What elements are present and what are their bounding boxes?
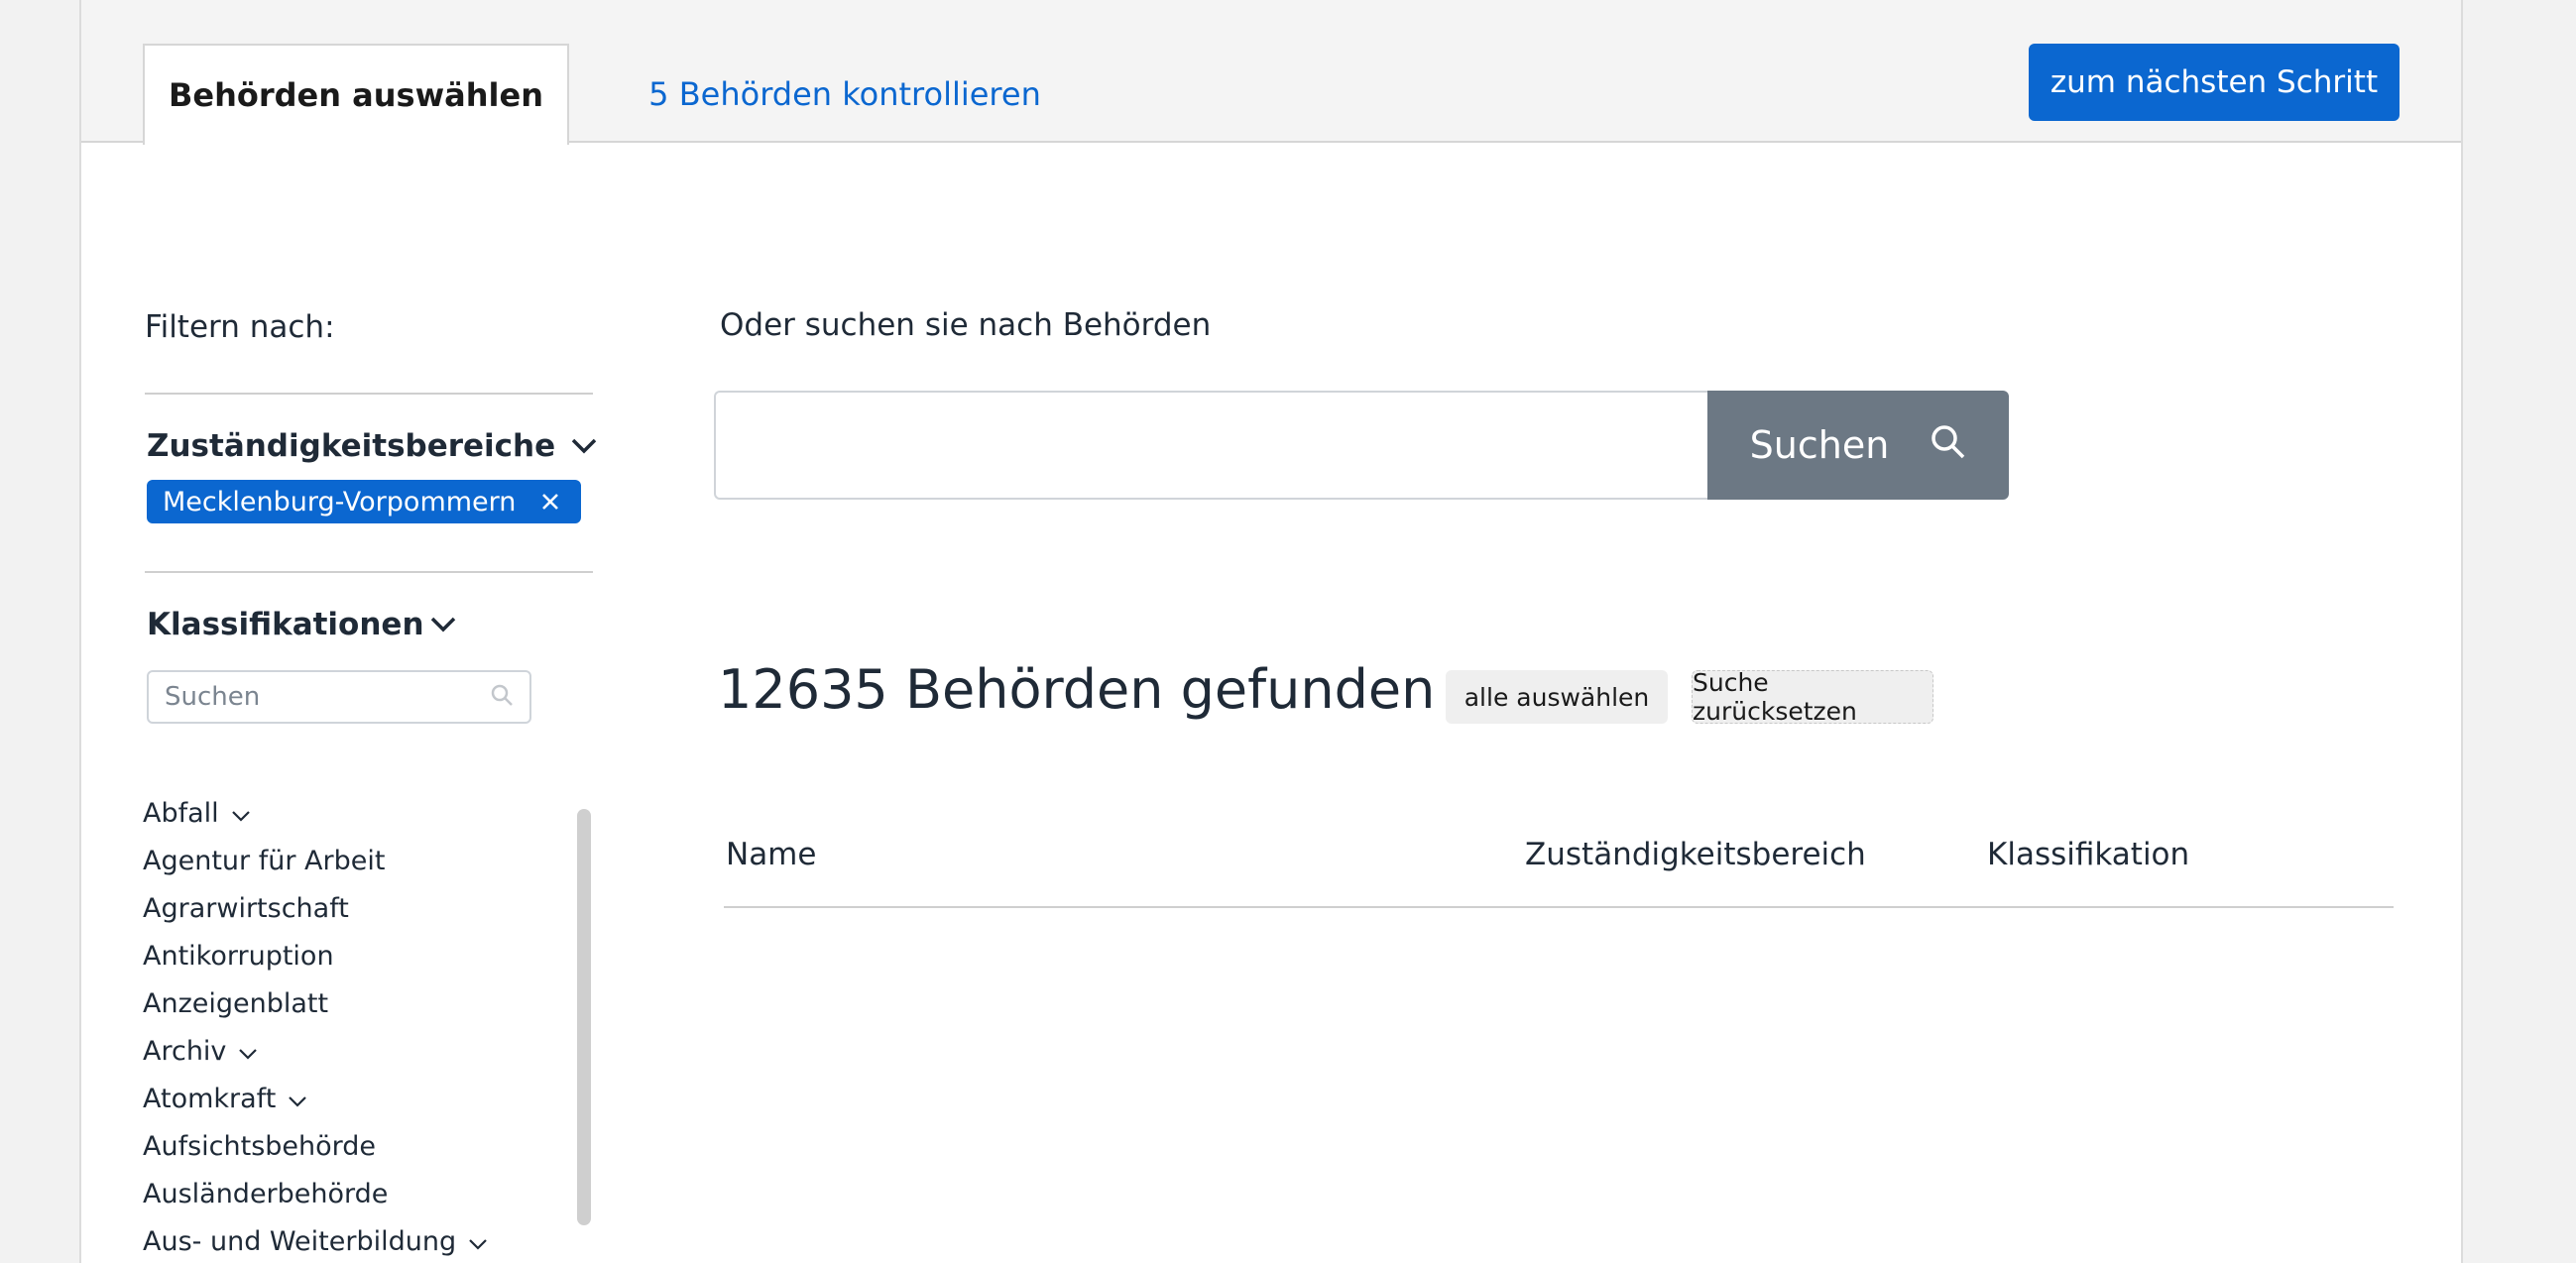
next-step-button-label: zum nächsten Schritt	[2049, 64, 2379, 100]
chevron-down-icon[interactable]	[288, 1084, 307, 1114]
jurisdiction-filter-chip-label: Mecklenburg-Vorpommern	[163, 486, 517, 517]
jurisdiction-filter-chip[interactable]: Mecklenburg-Vorpommern	[147, 480, 582, 523]
classification-item[interactable]: Aus- und Weiterbildung	[143, 1217, 559, 1263]
search-icon	[490, 683, 514, 711]
classification-item[interactable]: Antikorruption	[143, 932, 559, 979]
tab-review-authorities[interactable]: 5 Behörden kontrollieren	[637, 44, 1053, 145]
reset-search-button-label: Suche zurücksetzen	[1693, 668, 1857, 726]
classification-item-label: Antikorruption	[143, 940, 334, 972]
results-table-header: Name Zuständigkeitsbereich Klassifikatio…	[724, 813, 2394, 908]
jurisdiction-filter-toggle[interactable]: Zuständigkeitsbereiche	[147, 428, 597, 464]
classification-item-label: Ausländerbehörde	[143, 1178, 389, 1209]
reset-search-button[interactable]: Suche zurücksetzen	[1692, 668, 1933, 726]
tab-review-authorities-label: 5 Behörden kontrollieren	[648, 75, 1041, 113]
next-step-button[interactable]: zum nächsten Schritt	[2029, 44, 2400, 121]
classification-search-field[interactable]	[147, 670, 531, 724]
tab-select-authorities-label: Behörden auswählen	[169, 76, 543, 114]
classification-item-label: Aus- und Weiterbildung	[143, 1225, 457, 1257]
classification-item-label: Agrarwirtschaft	[143, 892, 349, 924]
column-header-jurisdiction[interactable]: Zuständigkeitsbereich	[1525, 837, 1866, 872]
search-icon	[1929, 422, 1966, 469]
result-count: 12635 Behörden gefunden	[718, 658, 1436, 721]
column-header-classification[interactable]: Klassifikation	[1987, 837, 2189, 872]
classification-item-label: Abfall	[143, 797, 219, 829]
select-all-button[interactable]: alle auswählen	[1446, 670, 1668, 724]
classification-item[interactable]: Anzeigenblatt	[143, 979, 559, 1027]
tab-select-authorities[interactable]: Behörden auswählen	[143, 44, 569, 145]
classification-item[interactable]: Agentur für Arbeit	[143, 837, 559, 884]
classification-item[interactable]: Ausländerbehörde	[143, 1170, 559, 1217]
chevron-down-icon[interactable]	[468, 1226, 488, 1257]
search-button-label: Suchen	[1749, 423, 1890, 467]
classification-item[interactable]: Agrarwirtschaft	[143, 884, 559, 932]
classification-filter-toggle[interactable]: Klassifikationen	[147, 607, 456, 642]
classification-item-label: Aufsichtsbehörde	[143, 1130, 377, 1162]
authority-search: Suchen	[714, 391, 2009, 500]
sidebar-divider	[145, 393, 593, 395]
classification-list: Abfall Agentur für Arbeit Agrarwirtschaft A…	[143, 789, 559, 1263]
classification-scrollbar[interactable]	[577, 809, 591, 1225]
chevron-down-icon	[430, 617, 456, 632]
search-hint: Oder suchen sie nach Behörden	[720, 307, 1212, 343]
page-frame: Behörden auswählen 5 Behörden kontrollie…	[79, 0, 2463, 1263]
chevron-down-icon[interactable]	[231, 798, 251, 829]
filter-label: Filtern nach:	[145, 309, 335, 345]
column-header-name[interactable]: Name	[726, 837, 816, 872]
authority-search-input[interactable]	[714, 391, 1707, 500]
chevron-down-icon[interactable]	[238, 1036, 258, 1067]
jurisdiction-filter-title: Zuständigkeitsbereiche	[147, 428, 556, 464]
classification-item[interactable]: Aufsichtsbehörde	[143, 1122, 559, 1170]
classification-item[interactable]: Archiv	[143, 1027, 559, 1075]
close-icon[interactable]	[541, 487, 559, 517]
search-button[interactable]: Suchen	[1707, 391, 2009, 500]
classification-item[interactable]: Abfall	[143, 789, 559, 837]
classification-item[interactable]: Atomkraft	[143, 1075, 559, 1122]
classification-item-label: Anzeigenblatt	[143, 987, 329, 1019]
scrollbar-thumb[interactable]	[577, 809, 591, 1225]
chevron-down-icon	[571, 438, 597, 454]
select-all-button-label: alle auswählen	[1464, 682, 1650, 712]
classification-filter-title: Klassifikationen	[147, 607, 424, 642]
classification-item-label: Archiv	[143, 1035, 227, 1067]
classification-item-label: Agentur für Arbeit	[143, 845, 386, 876]
step-tab-bar: Behörden auswählen 5 Behörden kontrollie…	[81, 0, 2461, 145]
classification-search-input[interactable]	[165, 682, 490, 712]
sidebar-divider	[145, 571, 593, 573]
classification-item-label: Atomkraft	[143, 1083, 277, 1114]
